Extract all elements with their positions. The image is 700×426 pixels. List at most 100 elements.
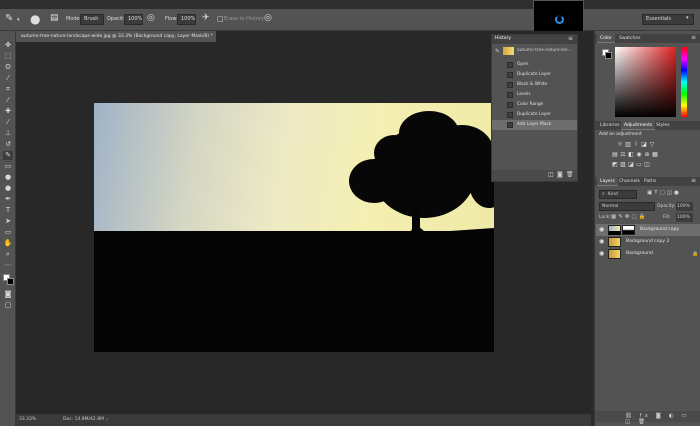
crop-tool-icon[interactable]: ⌗ xyxy=(3,85,13,94)
eye-icon[interactable]: ◉ xyxy=(599,248,604,260)
panel-menu-icon[interactable]: ≡ xyxy=(691,177,696,184)
layer-row[interactable]: ◉ Background 🔒 xyxy=(596,248,700,260)
healing-tool-icon[interactable]: ✚ xyxy=(3,107,13,116)
tab-layers[interactable]: Layers xyxy=(597,177,618,186)
brush-tool-icon[interactable]: ⁄ xyxy=(3,118,13,127)
window-top-bar xyxy=(0,0,700,9)
marquee-tool-icon[interactable]: ⬚ xyxy=(3,52,13,61)
invert-icon[interactable]: ◩ xyxy=(612,162,618,168)
flow-field[interactable]: 100% xyxy=(177,14,196,25)
shape-tool-icon[interactable]: ▭ xyxy=(3,228,13,237)
photo-filter-icon[interactable]: ◉ xyxy=(636,152,642,158)
history-item[interactable]: Black & White xyxy=(492,80,577,90)
new-document-icon[interactable]: ◫ xyxy=(548,171,554,178)
gradient-map-icon[interactable]: ▭ xyxy=(636,162,642,168)
path-select-tool-icon[interactable]: ➤ xyxy=(3,217,13,226)
chevron-down-icon[interactable]: ▾ xyxy=(686,15,689,21)
quick-select-tool-icon[interactable]: ⁄ xyxy=(3,74,13,83)
trash-icon[interactable]: 🗑 xyxy=(566,171,574,178)
history-item[interactable]: Color Range xyxy=(492,100,577,110)
pen-tool-icon[interactable]: ✒ xyxy=(3,195,13,204)
panel-menu-icon[interactable]: ≡ xyxy=(568,35,573,42)
camera-icon[interactable]: ◙ xyxy=(557,171,563,178)
selective-color-icon[interactable]: ◫ xyxy=(644,162,650,168)
levels-icon[interactable]: ▥ xyxy=(625,142,631,148)
zoom-tool-icon[interactable]: ⌕ xyxy=(3,250,13,259)
brightness-contrast-icon[interactable]: ☼ xyxy=(617,142,623,148)
channel-mixer-icon[interactable]: ⊕ xyxy=(644,152,650,158)
layer-thumbnail xyxy=(608,237,621,247)
blend-mode-select[interactable]: Normal xyxy=(599,202,655,211)
history-brush-tool-icon[interactable]: ↺ xyxy=(3,140,13,149)
pressure-opacity-icon[interactable]: ◎ xyxy=(147,13,155,23)
history-brush-source-icon[interactable]: ✎ xyxy=(495,48,500,55)
color-balance-icon[interactable]: ⚖ xyxy=(620,152,626,158)
black-white-icon[interactable]: ◧ xyxy=(628,152,634,158)
eraser-tool-icon[interactable]: ✎ xyxy=(3,151,13,160)
type-tool-icon[interactable]: T xyxy=(3,206,13,215)
quick-mask-icon[interactable]: ◙ xyxy=(3,290,13,299)
blur-tool-icon[interactable]: ● xyxy=(3,173,13,182)
eye-icon[interactable]: ◉ xyxy=(599,236,604,248)
posterize-icon[interactable]: ▨ xyxy=(620,162,626,168)
zoom-level[interactable]: 33.33% xyxy=(19,414,36,426)
airbrush-icon[interactable]: ✈ xyxy=(202,13,210,23)
layer-filter-icons[interactable]: ▣T▢◫● xyxy=(647,190,681,196)
screen-mode-icon[interactable]: ▢ xyxy=(3,301,13,310)
background-color-swatch[interactable] xyxy=(605,52,612,59)
history-item[interactable]: Open xyxy=(492,60,577,70)
dodge-tool-icon[interactable]: ● xyxy=(3,184,13,193)
tab-channels[interactable]: Channels xyxy=(616,177,643,186)
history-item[interactable]: Duplicate Layer xyxy=(492,70,577,80)
layer-actions-icons[interactable]: ⛓ fx ◙ ◐ ▭ ◫ 🗑 xyxy=(625,413,700,425)
exposure-icon[interactable]: ◪ xyxy=(641,142,647,148)
vibrance-icon[interactable]: ▽ xyxy=(649,142,655,148)
color-field[interactable] xyxy=(615,47,676,117)
layer-name: Background copy 2 xyxy=(626,239,670,244)
hand-tool-icon[interactable]: ✋ xyxy=(3,239,13,248)
opacity-field[interactable]: 100% xyxy=(124,14,143,25)
hue-slider[interactable] xyxy=(681,47,687,117)
tab-libraries[interactable]: Libraries xyxy=(597,121,622,130)
layer-row-selected[interactable]: ◉ Background copy xyxy=(596,224,700,236)
tab-styles[interactable]: Styles xyxy=(653,121,673,130)
history-snapshot[interactable]: ✎ autumn-tree-nature-lan... xyxy=(492,45,577,58)
more-tools-icon[interactable]: ⋯ xyxy=(3,261,13,270)
image-canvas[interactable] xyxy=(94,103,494,352)
erase-history-checkbox[interactable]: □ xyxy=(217,15,224,23)
tab-color[interactable]: Color xyxy=(597,34,615,43)
threshold-icon[interactable]: ◪ xyxy=(628,162,634,168)
eraser-tool-icon[interactable]: ✎ xyxy=(5,13,13,24)
brush-preset-icon[interactable]: ● xyxy=(30,12,40,26)
eyedropper-tool-icon[interactable]: ⁄ xyxy=(3,96,13,105)
history-item[interactable]: Duplicate Layer xyxy=(492,110,577,120)
panel-menu-icon[interactable]: ≡ xyxy=(691,34,696,41)
history-title[interactable]: History xyxy=(495,36,511,41)
document-tab[interactable]: autumn-tree-nature-landscape-wide.jpg @ … xyxy=(16,31,216,42)
history-item[interactable]: Levels xyxy=(492,90,577,100)
gradient-tool-icon[interactable]: ▭ xyxy=(3,162,13,171)
tab-adjustments[interactable]: Adjustments xyxy=(621,121,656,130)
brush-panel-icon[interactable]: ▤ xyxy=(50,13,59,23)
move-tool-icon[interactable]: ✥ xyxy=(3,41,13,50)
layer-row[interactable]: ◉ Background copy 2 xyxy=(596,236,700,248)
mode-select[interactable]: Brush xyxy=(80,14,104,25)
color-lookup-icon[interactable]: ▦ xyxy=(652,152,658,158)
tab-paths[interactable]: Paths xyxy=(641,177,659,186)
background-color-swatch[interactable] xyxy=(7,278,14,285)
tab-swatches[interactable]: Swatches xyxy=(616,34,644,43)
pressure-size-icon[interactable]: ◎ xyxy=(264,13,272,23)
clone-stamp-tool-icon[interactable]: ⊥ xyxy=(3,129,13,138)
curves-icon[interactable]: ⌇ xyxy=(633,142,639,148)
eye-icon[interactable]: ◉ xyxy=(599,224,604,236)
layer-opacity-field[interactable]: 100% xyxy=(676,202,693,211)
fill-field[interactable]: 100% xyxy=(676,213,693,222)
hue-saturation-icon[interactable]: ▤ xyxy=(612,152,618,158)
lasso-tool-icon[interactable]: ʘ xyxy=(3,63,13,72)
lock-icons[interactable]: ▦✎✥▢🔒 xyxy=(611,214,647,220)
chevron-down-icon[interactable]: ▾ xyxy=(17,17,20,23)
chevron-right-icon[interactable]: › xyxy=(106,414,108,426)
layer-filter-select[interactable]: ⌕ Kind xyxy=(599,190,637,199)
history-item-selected[interactable]: Add Layer Mask xyxy=(492,120,577,130)
doc-size[interactable]: Doc: 14.8M/42.8M xyxy=(63,414,104,426)
